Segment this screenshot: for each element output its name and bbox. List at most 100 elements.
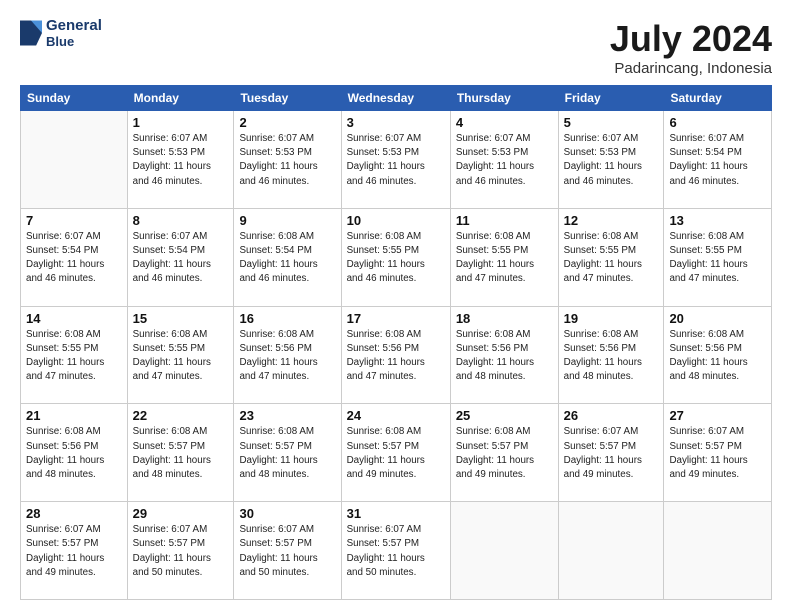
day-number: 3 <box>347 115 445 130</box>
calendar-cell: 17 Sunrise: 6:08 AMSunset: 5:56 PMDayligh… <box>341 306 450 404</box>
day-number: 1 <box>133 115 229 130</box>
day-number: 28 <box>26 506 122 521</box>
day-info: Sunrise: 6:08 AMSunset: 5:56 PMDaylight:… <box>26 425 122 482</box>
calendar-cell: 13 Sunrise: 6:08 AMSunset: 5:55 PMDayligh… <box>664 208 772 306</box>
day-info: Sunrise: 6:08 AMSunset: 5:57 PMDaylight:… <box>133 425 229 482</box>
day-number: 10 <box>347 213 445 228</box>
calendar-cell: 5 Sunrise: 6:07 AMSunset: 5:53 PMDaylight… <box>558 111 664 209</box>
day-number: 15 <box>133 311 229 326</box>
day-info: Sunrise: 6:08 AMSunset: 5:55 PMDaylight:… <box>347 230 445 287</box>
day-info: Sunrise: 6:07 AMSunset: 5:54 PMDaylight:… <box>669 132 766 189</box>
day-number: 26 <box>564 408 659 423</box>
day-info: Sunrise: 6:08 AMSunset: 5:57 PMDaylight:… <box>347 425 445 482</box>
day-number: 17 <box>347 311 445 326</box>
day-number: 2 <box>239 115 335 130</box>
calendar-table: SundayMondayTuesdayWednesdayThursdayFrid… <box>20 85 772 600</box>
day-info: Sunrise: 6:07 AMSunset: 5:53 PMDaylight:… <box>456 132 553 189</box>
calendar-cell: 21 Sunrise: 6:08 AMSunset: 5:56 PMDayligh… <box>21 404 128 502</box>
logo-icon <box>20 19 42 47</box>
day-info: Sunrise: 6:07 AMSunset: 5:53 PMDaylight:… <box>347 132 445 189</box>
day-number: 27 <box>669 408 766 423</box>
calendar-cell: 22 Sunrise: 6:08 AMSunset: 5:57 PMDayligh… <box>127 404 234 502</box>
day-info: Sunrise: 6:07 AMSunset: 5:53 PMDaylight:… <box>133 132 229 189</box>
day-header-friday: Friday <box>558 86 664 111</box>
week-row: 7 Sunrise: 6:07 AMSunset: 5:54 PMDaylight… <box>21 208 772 306</box>
day-header-sunday: Sunday <box>21 86 128 111</box>
calendar-cell: 19 Sunrise: 6:08 AMSunset: 5:56 PMDayligh… <box>558 306 664 404</box>
day-info: Sunrise: 6:07 AMSunset: 5:57 PMDaylight:… <box>564 425 659 482</box>
day-info: Sunrise: 6:07 AMSunset: 5:54 PMDaylight:… <box>133 230 229 287</box>
title-block: July 2024 Padarincang, Indonesia <box>610 18 772 77</box>
calendar-cell <box>664 502 772 600</box>
day-info: Sunrise: 6:08 AMSunset: 5:55 PMDaylight:… <box>26 328 122 385</box>
day-number: 9 <box>239 213 335 228</box>
day-info: Sunrise: 6:07 AMSunset: 5:53 PMDaylight:… <box>564 132 659 189</box>
calendar-cell: 6 Sunrise: 6:07 AMSunset: 5:54 PMDaylight… <box>664 111 772 209</box>
day-header-thursday: Thursday <box>450 86 558 111</box>
day-header-wednesday: Wednesday <box>341 86 450 111</box>
day-number: 21 <box>26 408 122 423</box>
calendar-subtitle: Padarincang, Indonesia <box>610 60 772 77</box>
calendar-cell: 27 Sunrise: 6:07 AMSunset: 5:57 PMDayligh… <box>664 404 772 502</box>
day-number: 29 <box>133 506 229 521</box>
calendar-cell: 1 Sunrise: 6:07 AMSunset: 5:53 PMDaylight… <box>127 111 234 209</box>
day-info: Sunrise: 6:08 AMSunset: 5:54 PMDaylight:… <box>239 230 335 287</box>
calendar-cell: 31Sunrise: 6:07 AMSunset: 5:57 PMDayligh… <box>341 502 450 600</box>
day-header-monday: Monday <box>127 86 234 111</box>
day-number: 18 <box>456 311 553 326</box>
calendar-cell: 3 Sunrise: 6:07 AMSunset: 5:53 PMDaylight… <box>341 111 450 209</box>
day-info: Sunrise: 6:08 AMSunset: 5:55 PMDaylight:… <box>133 328 229 385</box>
day-info: Sunrise: 6:08 AMSunset: 5:57 PMDaylight:… <box>239 425 335 482</box>
calendar-cell <box>21 111 128 209</box>
day-info: Sunrise: 6:08 AMSunset: 5:56 PMDaylight:… <box>239 328 335 385</box>
day-info: Sunrise: 6:07 AMSunset: 5:54 PMDaylight:… <box>26 230 122 287</box>
day-number: 14 <box>26 311 122 326</box>
day-number: 19 <box>564 311 659 326</box>
day-info: Sunrise: 6:08 AMSunset: 5:56 PMDaylight:… <box>347 328 445 385</box>
day-number: 22 <box>133 408 229 423</box>
day-number: 23 <box>239 408 335 423</box>
calendar-cell: 18Sunrise: 6:08 AMSunset: 5:56 PMDayligh… <box>450 306 558 404</box>
day-number: 6 <box>669 115 766 130</box>
day-number: 4 <box>456 115 553 130</box>
day-info: Sunrise: 6:07 AMSunset: 5:57 PMDaylight:… <box>347 523 445 580</box>
logo: General Blue <box>20 18 102 49</box>
day-number: 25 <box>456 408 553 423</box>
calendar-header: SundayMondayTuesdayWednesdayThursdayFrid… <box>21 86 772 111</box>
day-info: Sunrise: 6:08 AMSunset: 5:55 PMDaylight:… <box>669 230 766 287</box>
day-header-tuesday: Tuesday <box>234 86 341 111</box>
calendar-cell: 16 Sunrise: 6:08 AMSunset: 5:56 PMDayligh… <box>234 306 341 404</box>
day-number: 13 <box>669 213 766 228</box>
day-info: Sunrise: 6:07 AMSunset: 5:57 PMDaylight:… <box>26 523 122 580</box>
calendar-cell: 30Sunrise: 6:07 AMSunset: 5:57 PMDayligh… <box>234 502 341 600</box>
day-number: 20 <box>669 311 766 326</box>
header: General Blue July 2024 Padarincang, Indo… <box>20 18 772 77</box>
logo-text: General Blue <box>46 18 102 49</box>
calendar-cell <box>450 502 558 600</box>
day-number: 5 <box>564 115 659 130</box>
calendar-cell: 25Sunrise: 6:08 AMSunset: 5:57 PMDayligh… <box>450 404 558 502</box>
week-row: 1 Sunrise: 6:07 AMSunset: 5:53 PMDaylight… <box>21 111 772 209</box>
calendar-cell: 20Sunrise: 6:08 AMSunset: 5:56 PMDayligh… <box>664 306 772 404</box>
day-number: 24 <box>347 408 445 423</box>
calendar-cell: 24 Sunrise: 6:08 AMSunset: 5:57 PMDayligh… <box>341 404 450 502</box>
day-number: 7 <box>26 213 122 228</box>
calendar-cell: 28 Sunrise: 6:07 AMSunset: 5:57 PMDayligh… <box>21 502 128 600</box>
day-number: 8 <box>133 213 229 228</box>
calendar-cell: 12Sunrise: 6:08 AMSunset: 5:55 PMDayligh… <box>558 208 664 306</box>
calendar-cell: 14 Sunrise: 6:08 AMSunset: 5:55 PMDayligh… <box>21 306 128 404</box>
week-row: 21 Sunrise: 6:08 AMSunset: 5:56 PMDayligh… <box>21 404 772 502</box>
week-row: 14 Sunrise: 6:08 AMSunset: 5:55 PMDayligh… <box>21 306 772 404</box>
page: General Blue July 2024 Padarincang, Indo… <box>0 0 792 612</box>
day-number: 11 <box>456 213 553 228</box>
day-number: 16 <box>239 311 335 326</box>
day-info: Sunrise: 6:08 AMSunset: 5:56 PMDaylight:… <box>564 328 659 385</box>
day-info: Sunrise: 6:08 AMSunset: 5:55 PMDaylight:… <box>564 230 659 287</box>
calendar-cell: 29Sunrise: 6:07 AMSunset: 5:57 PMDayligh… <box>127 502 234 600</box>
calendar-cell: 10 Sunrise: 6:08 AMSunset: 5:55 PMDayligh… <box>341 208 450 306</box>
day-info: Sunrise: 6:07 AMSunset: 5:53 PMDaylight:… <box>239 132 335 189</box>
calendar-cell: 26 Sunrise: 6:07 AMSunset: 5:57 PMDayligh… <box>558 404 664 502</box>
calendar-cell: 15 Sunrise: 6:08 AMSunset: 5:55 PMDayligh… <box>127 306 234 404</box>
day-info: Sunrise: 6:07 AMSunset: 5:57 PMDaylight:… <box>669 425 766 482</box>
calendar-body: 1 Sunrise: 6:07 AMSunset: 5:53 PMDaylight… <box>21 111 772 600</box>
